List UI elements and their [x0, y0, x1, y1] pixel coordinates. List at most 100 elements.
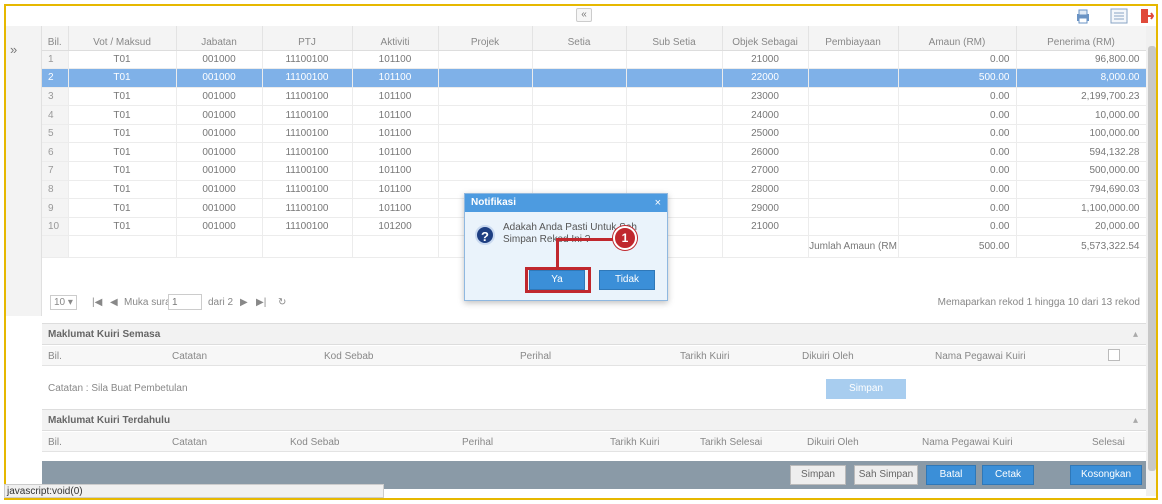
- table-cell: T01: [68, 68, 177, 88]
- double-chevron-right-icon[interactable]: »: [10, 42, 17, 57]
- table-cell: 0.00: [898, 105, 1017, 125]
- next-page-icon[interactable]: ▶: [240, 297, 248, 308]
- table-cell: 24000: [722, 105, 809, 125]
- kuiri-save-button[interactable]: Simpan: [826, 379, 906, 399]
- col-dikuiri-oleh: Dikuiri Oleh: [802, 351, 854, 362]
- table-cell: 0.00: [898, 124, 1017, 144]
- table-cell: 6: [42, 142, 69, 163]
- table-cell: 21000: [722, 50, 809, 70]
- table-cell: 11100100: [262, 87, 353, 107]
- table-row[interactable]: 1 T01 001000 11100100 101100 21000 0.00 96,800.…: [42, 50, 1147, 70]
- batal-button[interactable]: Batal: [926, 465, 976, 485]
- table-cell: 001000: [176, 50, 263, 70]
- table-cell: 11100100: [262, 198, 353, 218]
- table-cell: [808, 161, 899, 181]
- kuiri-semasa-columns: Bil. Catatan Kod Sebab Perihal Tarikh Ku…: [42, 346, 1146, 366]
- kuiri-terdahulu-header[interactable]: Maklumat Kuiri Terdahulu ▴: [42, 409, 1146, 431]
- table-row[interactable]: 7 T01 001000 11100100 101100 27000 0.00 500,000…: [42, 161, 1147, 181]
- col-nama-pegawai: Nama Pegawai Kuiri: [935, 351, 1026, 362]
- table-cell: [532, 50, 627, 70]
- kosongkan-button[interactable]: Kosongkan: [1070, 465, 1142, 485]
- table-cell: 500,000.00: [1016, 161, 1147, 181]
- table-cell: 8: [42, 180, 69, 200]
- printer-icon[interactable]: [1074, 8, 1092, 24]
- col-header-setia[interactable]: Setia: [532, 26, 627, 51]
- table-row[interactable]: 6 T01 001000 11100100 101100 26000 0.00 594,132…: [42, 142, 1147, 163]
- simpan-button[interactable]: Simpan: [790, 465, 846, 485]
- table-cell: [532, 68, 627, 88]
- table-cell: 7: [42, 161, 69, 181]
- table-cell: 001000: [176, 87, 263, 107]
- table-row[interactable]: 3 T01 001000 11100100 101100 23000 0.00 2,199,7…: [42, 87, 1147, 107]
- col-header-sub-setia[interactable]: Sub Setia: [626, 26, 723, 51]
- table-cell: 22000: [722, 68, 809, 88]
- col-header-objek[interactable]: Objek Sebagai: [722, 26, 809, 51]
- table-cell: 0.00: [898, 180, 1017, 200]
- grid-header-row: Bil. Vot / Maksud Jabatan PTJ Aktiviti P…: [42, 26, 1147, 51]
- browser-status-bar: javascript:void(0): [4, 484, 384, 498]
- table-row[interactable]: 4 T01 001000 11100100 101100 24000 0.00 10,000.…: [42, 105, 1147, 125]
- table-cell: [626, 142, 723, 163]
- table-cell: 101100: [352, 161, 439, 181]
- table-row[interactable]: 2 T01 001000 11100100 101100 22000 500.00 8,000…: [42, 68, 1147, 88]
- table-cell: 27000: [722, 161, 809, 181]
- table-cell: 11100100: [262, 124, 353, 144]
- col-header-aktiviti[interactable]: Aktiviti: [352, 26, 439, 51]
- table-cell: 101100: [352, 142, 439, 163]
- kuiri-semasa-header[interactable]: Maklumat Kuiri Semasa ▴: [42, 323, 1146, 345]
- table-cell: 100,000.00: [1016, 124, 1147, 144]
- table-cell: [808, 105, 899, 125]
- page-size-select[interactable]: 10 ▾: [50, 295, 77, 310]
- list-icon[interactable]: [1110, 8, 1128, 24]
- page-scrollbar[interactable]: [1146, 26, 1156, 496]
- table-cell: [626, 50, 723, 70]
- logout-icon[interactable]: [1140, 8, 1155, 24]
- total-amaun: 500.00: [898, 235, 1017, 259]
- table-cell: 101100: [352, 180, 439, 200]
- table-cell: 2: [42, 68, 69, 88]
- table-cell: T01: [68, 87, 177, 107]
- col-header-penerima[interactable]: Penerima (RM): [1016, 26, 1147, 51]
- first-page-icon[interactable]: |◀: [92, 297, 102, 308]
- table-cell: [808, 124, 899, 144]
- page-of-label: dari 2: [208, 297, 234, 308]
- table-cell: 794,690.03: [1016, 180, 1147, 200]
- col-header-pembiayaan[interactable]: Pembiayaan: [808, 26, 899, 51]
- close-icon[interactable]: ×: [655, 197, 661, 209]
- col-header-projek[interactable]: Projek: [438, 26, 533, 51]
- col-header-bil[interactable]: Bil.: [42, 26, 69, 51]
- col-kod-sebab: Kod Sebab: [290, 437, 340, 448]
- col-header-vot[interactable]: Vot / Maksud: [68, 26, 177, 51]
- col-tarikh-kuiri: Tarikh Kuiri: [610, 437, 660, 448]
- table-cell: [532, 161, 627, 181]
- scrollbar-thumb[interactable]: [1148, 46, 1156, 471]
- last-page-icon[interactable]: ▶|: [256, 297, 266, 308]
- refresh-icon[interactable]: ↻: [278, 297, 286, 308]
- col-dikuiri-oleh: Dikuiri Oleh: [807, 437, 859, 448]
- table-cell: [42, 235, 69, 259]
- page-input[interactable]: 1: [168, 294, 202, 310]
- app-frame: « » Bil. Vot / Maksud Jabatan PTJ Aktivi…: [4, 4, 1158, 500]
- sah-simpan-button[interactable]: Sah Simpan: [854, 465, 918, 485]
- table-cell: 101100: [352, 50, 439, 70]
- total-penerima: 5,573,322.54: [1016, 235, 1147, 259]
- collapse-caret-icon[interactable]: ▴: [1133, 329, 1138, 340]
- table-cell: 5: [42, 124, 69, 144]
- table-cell: 001000: [176, 180, 263, 200]
- col-header-ptj[interactable]: PTJ: [262, 26, 353, 51]
- collapse-caret-icon[interactable]: ▴: [1133, 415, 1138, 426]
- tidak-button[interactable]: Tidak: [599, 270, 655, 290]
- table-cell: 11100100: [262, 105, 353, 125]
- cetak-button[interactable]: Cetak: [982, 465, 1034, 485]
- prev-page-icon[interactable]: ◀: [110, 297, 118, 308]
- table-cell: [808, 142, 899, 163]
- table-row[interactable]: 5 T01 001000 11100100 101100 25000 0.00 100,000…: [42, 124, 1147, 144]
- col-header-jabatan[interactable]: Jabatan: [176, 26, 263, 51]
- table-cell: 10: [42, 217, 69, 237]
- select-all-checkbox[interactable]: [1108, 349, 1120, 361]
- col-header-amaun[interactable]: Amaun (RM): [898, 26, 1017, 51]
- table-cell: 28000: [722, 180, 809, 200]
- collapse-up-button[interactable]: «: [576, 8, 592, 22]
- callout-line-vertical: [556, 238, 559, 268]
- table-cell: [352, 235, 439, 259]
